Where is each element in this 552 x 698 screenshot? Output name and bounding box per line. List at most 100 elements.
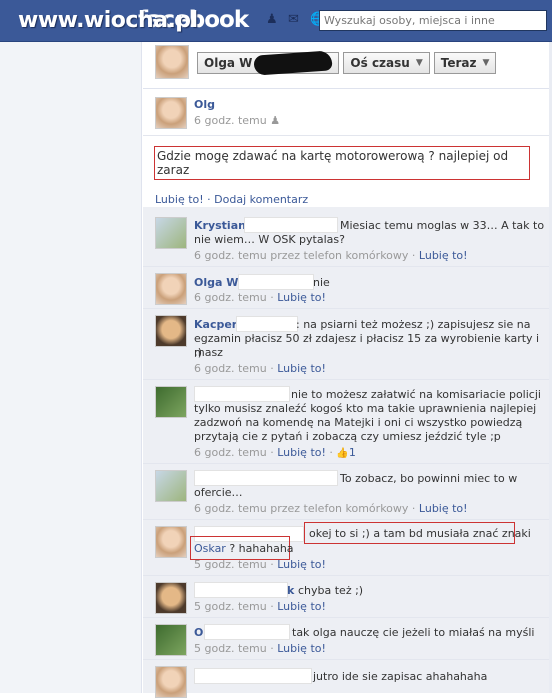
mention-link[interactable]: Oskar: [194, 542, 226, 555]
like-link[interactable]: Lubię to!: [277, 600, 326, 613]
post-time: 6 godz. temu ♟: [194, 114, 280, 127]
redaction: [238, 274, 314, 290]
profile-name-button[interactable]: Olga W: [197, 50, 340, 76]
like-link[interactable]: Lubię to!: [277, 446, 326, 459]
comment-text: chyba też ;): [298, 584, 364, 597]
now-dropdown[interactable]: Teraz ▼: [433, 52, 497, 74]
left-column: [0, 42, 141, 693]
divider: [143, 379, 549, 380]
thumbs-up-icon: 👍: [336, 448, 349, 459]
like-link[interactable]: Lubię to!: [277, 558, 326, 571]
comment-author[interactable]: O: [194, 626, 203, 639]
comment-meta: 5 godz. temu · Lubię to!: [194, 558, 326, 571]
comment-text: tylko musisz znaleźć kogoś kto ma takie …: [194, 402, 537, 415]
chevron-down-icon: ▼: [482, 58, 490, 68]
comment-time: 5 godz. temu: [194, 558, 267, 571]
redaction: [194, 668, 312, 684]
profile-thumbnail[interactable]: [155, 45, 189, 79]
comment-time: 6 godz. temu: [194, 291, 267, 304]
redaction: [194, 582, 288, 598]
comment-author[interactable]: Olga W: [194, 276, 238, 289]
comment-time: 6 godz. temu przez telefon komórkowy: [194, 502, 409, 515]
comment-text: Miesiac temu moglas w 33… A tak to: [340, 219, 545, 232]
watermark: www.wiocha.pl: [18, 8, 198, 33]
comment-author[interactable]: Krystian: [194, 219, 246, 232]
comment-avatar[interactable]: [155, 217, 187, 249]
divider: [143, 575, 549, 576]
comment-meta: 6 godz. temu · Lubię to! · 👍1: [194, 446, 356, 459]
comment-author[interactable]: Kacper: [194, 318, 237, 331]
post-author[interactable]: Olg: [194, 98, 215, 111]
comment-avatar[interactable]: [155, 624, 187, 656]
post-author-avatar[interactable]: [155, 97, 187, 129]
divider: [143, 519, 549, 520]
divider: [143, 463, 549, 464]
redaction: [204, 624, 290, 640]
comment-text: jutro ide sie zapisac ahahahaha: [313, 670, 488, 683]
like-link[interactable]: Lubię to!: [277, 362, 326, 375]
like-count-value: 1: [348, 446, 356, 459]
post-text: Gdzie mogę zdawać na kartę motorowerową …: [154, 146, 530, 180]
comment-link[interactable]: Dodaj komentarz: [214, 193, 308, 206]
friend-requests-icon[interactable]: ♟: [266, 13, 280, 27]
comment-text: Oskar ? hahahaha: [194, 542, 294, 556]
comment-meta: 6 godz. temu przez telefon komórkowy · L…: [194, 502, 468, 515]
messages-icon[interactable]: ✉: [288, 13, 302, 27]
comment-meta: 5 godz. temu · Lubię to!: [194, 600, 326, 613]
comment-time: 6 godz. temu: [194, 362, 267, 375]
timeline-nav: Olga W Oś czasu ▼ Teraz ▼: [197, 50, 500, 76]
comment-text-tail: ? hahahaha: [229, 542, 294, 555]
comment-avatar[interactable]: [155, 526, 187, 558]
divider: [143, 266, 549, 267]
comment-text: nie: [313, 276, 330, 289]
like-link[interactable]: Lubię to!: [277, 291, 326, 304]
friends-icon: ♟: [270, 114, 281, 127]
comment-avatar[interactable]: [155, 386, 187, 418]
comment-avatar[interactable]: [155, 470, 187, 502]
post-actions: Lubię to! · Dodaj komentarz: [155, 193, 309, 206]
redaction: [236, 316, 298, 332]
comment-avatar[interactable]: [155, 315, 187, 347]
comment-text: To zobacz, bo powinni miec to w: [340, 472, 518, 485]
comment-time: 5 godz. temu: [194, 600, 267, 613]
timeline-dropdown[interactable]: Oś czasu ▼: [343, 52, 430, 74]
timeline-label: Oś czasu: [350, 56, 410, 70]
redaction: [244, 217, 338, 233]
now-label: Teraz: [440, 56, 477, 70]
divider: [143, 135, 549, 136]
like-link[interactable]: Lubię to!: [419, 249, 468, 262]
comment-text: egzamin płacisz 50 zł zdajesz i płacisz …: [194, 332, 540, 359]
comment-avatar[interactable]: [155, 666, 187, 698]
comment-text: zadzwoń na komendę na Matejki i oni ci w…: [194, 416, 523, 429]
scribble-redaction: [253, 50, 334, 76]
comment-text: tak olga nauczę cie jeżeli to miałaś na …: [292, 626, 535, 639]
comment-text: nie to możesz załatwić na komisariacie p…: [291, 388, 541, 401]
post-time-text: 6 godz. temu: [194, 114, 267, 127]
chevron-down-icon: ▼: [415, 58, 423, 68]
top-icons: ♟ ✉ 🌐: [266, 13, 326, 27]
comment-text: ofercie…: [194, 486, 243, 499]
comment-author[interactable]: k: [287, 584, 294, 597]
like-link[interactable]: Lubię to!: [277, 642, 326, 655]
comment-meta: 6 godz. temu · Lubię to!: [194, 291, 326, 304]
comment-text: nie wiem… W OSK pytalas?: [194, 233, 345, 246]
comment-time: 6 godz. temu: [194, 446, 267, 459]
comment-avatar[interactable]: [155, 582, 187, 614]
like-link[interactable]: Lubię to!: [419, 502, 468, 515]
comment-text: okej to si ;) a tam bd musiała znać znak…: [309, 527, 531, 540]
comment-time: 5 godz. temu: [194, 642, 267, 655]
comment-text: przytają cie z pytań i zobaczą czy umies…: [194, 430, 501, 443]
comment-meta: 5 godz. temu · Lubię to!: [194, 642, 326, 655]
comment-avatar[interactable]: [155, 273, 187, 305]
like-link[interactable]: Lubię to!: [155, 193, 204, 206]
comment-text: : na psiarni też możesz ;) zapisujesz si…: [296, 318, 531, 331]
search-input[interactable]: Wyszukaj osoby, miejsca i inne: [319, 10, 547, 31]
comment-meta: 6 godz. temu przez telefon komórkowy · L…: [194, 249, 468, 262]
divider: [141, 42, 142, 693]
divider: [143, 617, 549, 618]
redaction: [194, 386, 290, 402]
comment-meta: 6 godz. temu · Lubię to!: [194, 362, 326, 375]
divider: [143, 308, 549, 309]
redaction: [194, 470, 338, 486]
like-count[interactable]: 👍1: [336, 446, 355, 459]
